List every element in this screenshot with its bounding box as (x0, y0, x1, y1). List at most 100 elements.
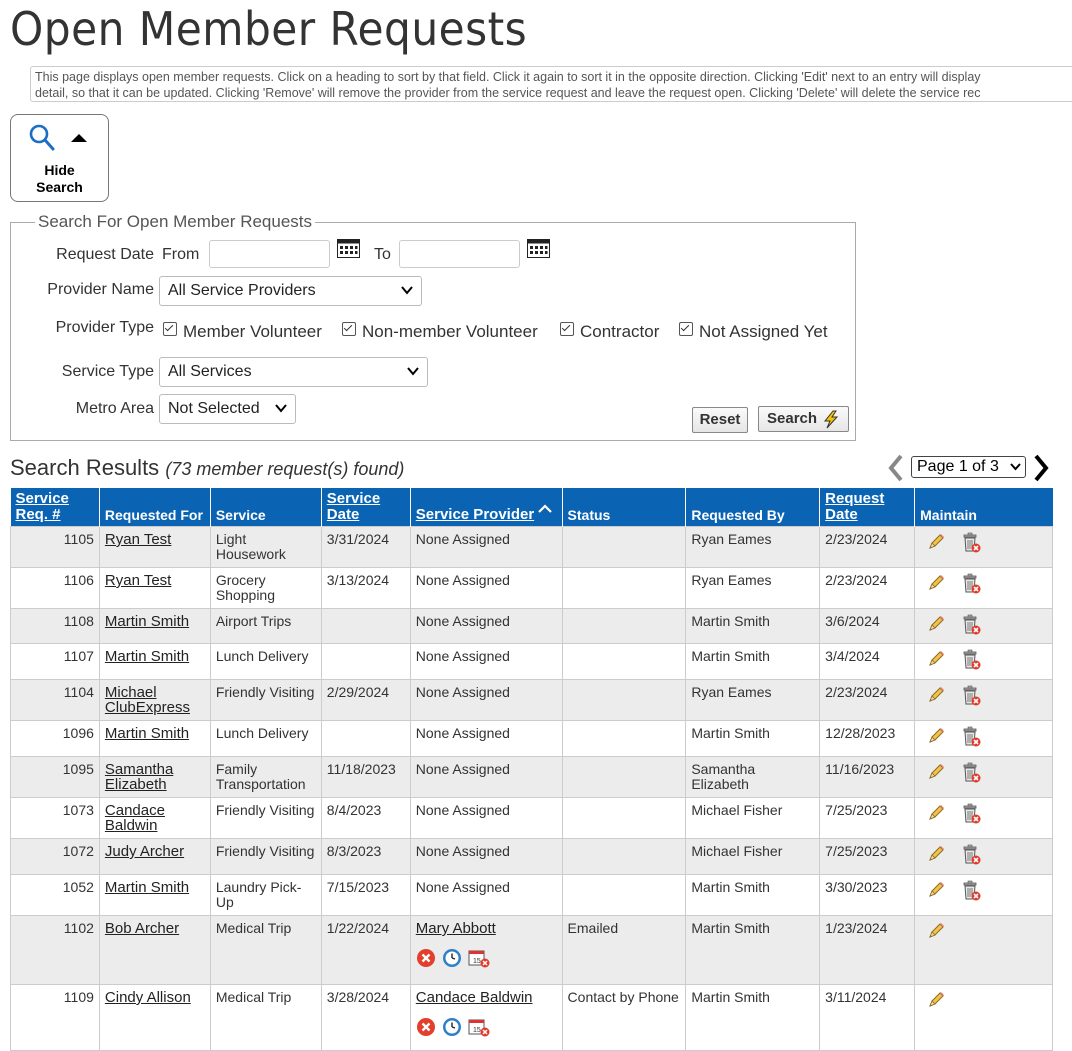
cell-date: 8/4/2023 (320, 797, 411, 839)
edit-pencil-icon[interactable] (926, 762, 946, 782)
edit-pencil-icon[interactable] (926, 844, 946, 864)
checkbox-member-volunteer[interactable]: Member Volunteer (163, 322, 322, 342)
delete-trash-icon[interactable] (960, 803, 982, 825)
table-row: 1109 Cindy Allison Medical Trip 3/28/2024 Ca… (10, 984, 1053, 1051)
to-date-input[interactable] (399, 240, 520, 268)
col-header-date[interactable]: Service Date (321, 488, 411, 527)
table-row: 1095 Samantha Elizabeth Family Transportat… (10, 756, 1053, 798)
cell-date (320, 608, 411, 644)
edit-pencil-icon[interactable] (926, 803, 946, 823)
results-count: (73 member request(s) found) (165, 459, 405, 479)
member-link[interactable]: Samantha Elizabeth (105, 761, 173, 793)
member-link[interactable]: Candace Baldwin (105, 802, 165, 834)
search-button[interactable]: Search (758, 406, 849, 432)
col-header-reqdate[interactable]: Request Date (819, 488, 916, 527)
edit-pencil-icon[interactable] (926, 614, 946, 634)
delete-trash-icon[interactable] (960, 649, 982, 671)
cell-reqdate: 3/11/2024 (819, 984, 916, 1051)
edit-pencil-icon[interactable] (926, 532, 946, 552)
member-link[interactable]: Martin Smith (105, 725, 189, 742)
cell-provider: Candace Baldwin 15 (409, 984, 563, 1051)
page-select[interactable]: Page 1 of 3 (911, 456, 1026, 478)
checkbox-contractor[interactable]: Contractor (560, 322, 659, 342)
member-link[interactable]: Martin Smith (105, 879, 189, 896)
provider-name-label: Provider Name (47, 281, 154, 298)
service-type-select[interactable]: All Services (159, 357, 428, 387)
remove-provider-icon[interactable] (416, 1017, 436, 1037)
clock-icon[interactable] (442, 1017, 462, 1037)
edit-pencil-icon[interactable] (926, 685, 946, 705)
cell-reqdate: 12/28/2023 (819, 720, 916, 757)
remove-provider-icon[interactable] (416, 948, 436, 968)
delete-trash-icon[interactable] (960, 880, 982, 902)
cell-req: 1095 (10, 756, 100, 798)
delete-trash-icon[interactable] (960, 614, 982, 636)
cell-for: Martin Smith (98, 643, 211, 680)
delete-trash-icon[interactable] (960, 532, 982, 554)
cell-provider: Mary Abbott 15 (409, 915, 563, 985)
member-link[interactable]: Cindy Allison (105, 989, 191, 1006)
delete-trash-icon[interactable] (960, 726, 982, 748)
member-link[interactable]: Ryan Test (105, 531, 171, 548)
edit-pencil-icon[interactable] (926, 880, 946, 900)
cell-date: 3/31/2024 (320, 526, 411, 568)
checkbox-non-member-volunteer[interactable]: Non-member Volunteer (342, 322, 538, 342)
cell-by: Martin Smith (685, 720, 821, 757)
calendar-icon[interactable] (337, 239, 360, 258)
cell-service: Family Transportation (209, 756, 322, 798)
cell-by: Ryan Eames (685, 567, 821, 609)
table-header-row: Service Req. # Requested For Service Ser… (10, 488, 1053, 527)
edit-pencil-icon[interactable] (926, 649, 946, 669)
from-label: From (162, 246, 200, 263)
hide-search-button[interactable]: Hide Search (10, 114, 109, 202)
cell-maintain (914, 874, 1053, 916)
col-header-provider[interactable]: Service Provider (410, 488, 563, 527)
table-row: 1052 Martin Smith Laundry Pick-Up 7/15/2023… (10, 874, 1053, 916)
delete-trash-icon[interactable] (960, 573, 982, 595)
next-page-icon[interactable] (1033, 454, 1049, 482)
cell-by: Martin Smith (685, 608, 821, 644)
col-header-req[interactable]: Service Req. # (10, 488, 100, 527)
provider-link[interactable]: Candace Baldwin (416, 989, 533, 1006)
cell-date: 1/22/2024 (320, 915, 411, 985)
edit-pencil-icon[interactable] (926, 726, 946, 746)
edit-pencil-icon[interactable] (926, 921, 946, 941)
member-link[interactable]: Ryan Test (105, 572, 171, 589)
cell-provider: None Assigned (409, 756, 563, 798)
cell-reqdate: 2/23/2024 (819, 567, 916, 609)
col-header-maintain: Maintain (914, 488, 1053, 527)
edit-pencil-icon[interactable] (926, 990, 946, 1010)
cell-reqdate: 7/25/2023 (819, 797, 916, 839)
member-link[interactable]: Bob Archer (105, 920, 179, 937)
checkbox-not-assigned-yet[interactable]: Not Assigned Yet (679, 322, 828, 342)
provider-link[interactable]: Mary Abbott (416, 920, 496, 937)
cell-req: 1052 (10, 874, 100, 916)
member-link[interactable]: Martin Smith (105, 613, 189, 630)
delete-trash-icon[interactable] (960, 685, 982, 707)
cell-req: 1108 (10, 608, 100, 644)
provider-name-select[interactable]: All Service Providers (159, 276, 422, 306)
cell-service: Airport Trips (209, 608, 322, 644)
calendar-delete-icon[interactable]: 15 (468, 1017, 490, 1037)
cell-maintain (914, 679, 1053, 721)
from-date-input[interactable] (209, 240, 330, 268)
calendar-delete-icon[interactable]: 15 (468, 948, 490, 968)
cell-req: 1104 (10, 679, 100, 721)
delete-trash-icon[interactable] (960, 844, 982, 866)
edit-pencil-icon[interactable] (926, 573, 946, 593)
cell-service: Laundry Pick-Up (209, 874, 322, 916)
metro-area-select[interactable]: Not Selected (159, 394, 296, 424)
cell-service: Friendly Visiting (209, 679, 322, 721)
member-link[interactable]: Judy Archer (105, 843, 184, 860)
calendar-icon[interactable] (527, 239, 550, 258)
cell-date (320, 720, 411, 757)
cell-service: Medical Trip (209, 915, 322, 985)
prev-page-icon[interactable] (888, 454, 904, 482)
clock-icon[interactable] (442, 948, 462, 968)
cell-by: Ryan Eames (685, 526, 821, 568)
member-link[interactable]: Michael ClubExpress (105, 684, 190, 716)
cell-maintain (914, 643, 1053, 680)
member-link[interactable]: Martin Smith (105, 648, 189, 665)
delete-trash-icon[interactable] (960, 762, 982, 784)
reset-button[interactable]: Reset (692, 407, 748, 433)
